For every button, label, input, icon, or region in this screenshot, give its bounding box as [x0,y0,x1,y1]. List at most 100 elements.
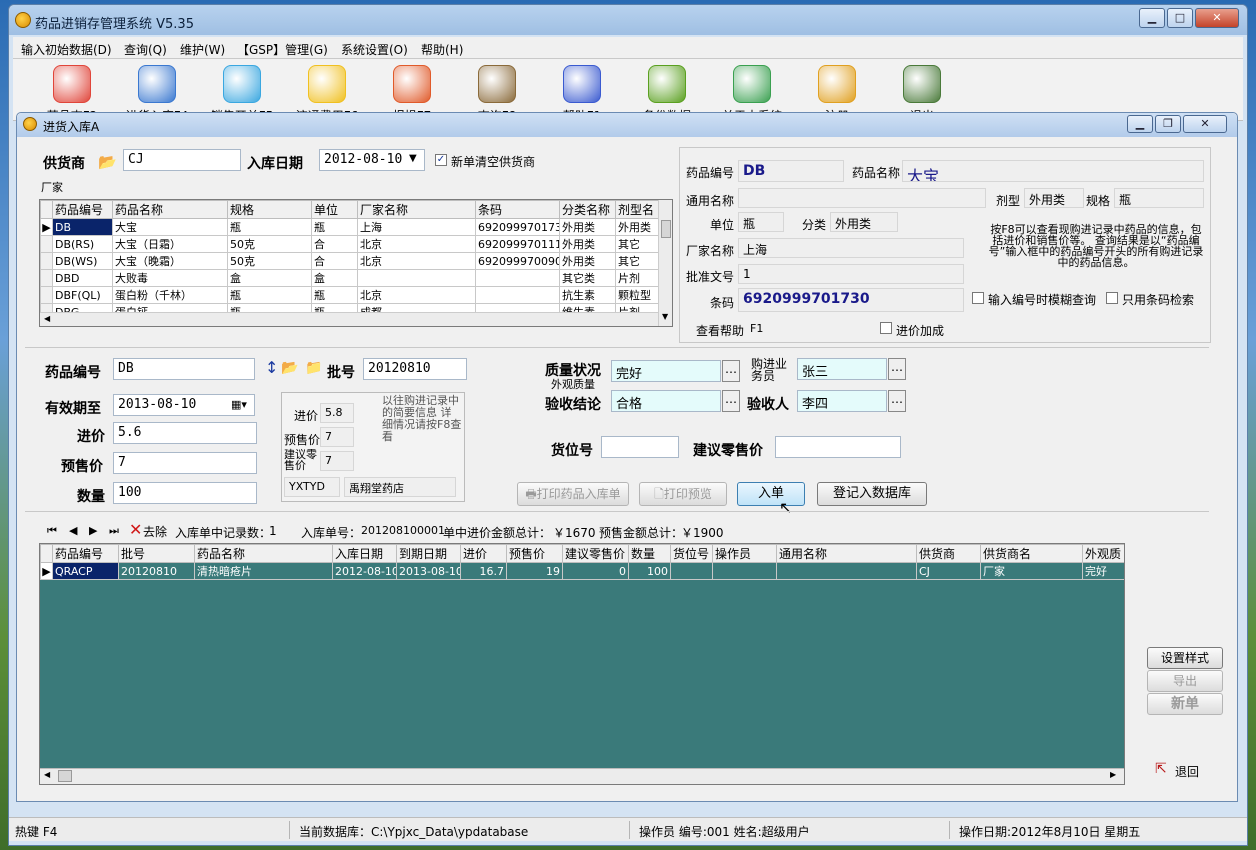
table-cell[interactable] [776,562,917,580]
table-cell[interactable]: 瓶 [311,286,358,304]
markup-checkbox[interactable] [880,322,892,334]
column-header[interactable]: 建议零售价 [562,544,629,563]
column-header[interactable]: 药品名称 [112,200,228,219]
up-down-arrow-icon[interactable]: ↕ [265,358,278,377]
table-cell[interactable]: 北京 [357,286,476,304]
print-in-button[interactable]: 🖶打印药品入库单 [517,482,629,506]
column-header[interactable]: 到期日期 [396,544,461,563]
accept-input[interactable]: 合格 [611,390,721,412]
table-row[interactable]: ▶DB大宝瓶瓶上海6920999701730外用类外用类 [40,218,661,236]
table-cell[interactable] [712,562,777,580]
column-header[interactable]: 条码 [475,200,560,219]
column-header[interactable]: 数量 [628,544,671,563]
form-batch-input[interactable]: 20120810 [363,358,467,380]
table-cell[interactable]: 16.7 [460,562,507,580]
table-cell[interactable]: DB(WS) [52,252,113,270]
menu-input-data[interactable]: 输入初始数据(D) [21,41,112,58]
table-cell[interactable] [475,269,560,287]
table-cell[interactable]: 大宝（晚霜） [112,252,228,270]
delete-x-icon[interactable]: ✕ [129,520,142,539]
table-cell[interactable]: 6920999701112 [475,235,560,253]
new-order-button[interactable]: 新单 [1147,693,1223,715]
row-indicator[interactable] [40,269,53,287]
table-cell[interactable]: 2013-08-10 [396,562,461,580]
column-header[interactable]: 药品编号 [52,200,113,219]
column-header[interactable]: 入库日期 [332,544,397,563]
table-cell[interactable] [357,269,476,287]
table-cell[interactable]: 大宝（日霜） [112,235,228,253]
column-header[interactable]: 外观质 [1082,544,1124,563]
close-button[interactable]: ✕ [1195,8,1239,28]
table-cell[interactable]: 20120810 [118,562,195,580]
form-code-input[interactable]: DB [113,358,255,380]
table-cell[interactable]: 外用类 [559,252,616,270]
chevron-down-icon[interactable]: ▼ [409,153,417,164]
supplier-input[interactable]: CJ [123,149,241,171]
fuzzy-checkbox[interactable] [972,292,984,304]
accept-picker-button[interactable]: … [722,390,740,412]
column-header[interactable]: 通用名称 [776,544,917,563]
table-cell[interactable]: 其它类 [559,269,616,287]
child-minimize-button[interactable]: ▁ [1127,115,1153,133]
buyer-picker-button[interactable]: … [888,358,906,380]
table-cell[interactable]: 外用类 [559,218,616,236]
table-cell[interactable] [670,562,713,580]
column-header[interactable]: 单位 [311,200,358,219]
table-cell[interactable]: 合 [311,252,358,270]
menu-query[interactable]: 查询(Q) [124,41,167,58]
child-titlebar[interactable]: 进货入库A ▁ ❐ ✕ [17,113,1237,137]
row-indicator[interactable] [40,235,53,253]
table-cell[interactable]: QRACP [52,562,119,580]
table-row[interactable]: DBF(QL) 蛋白粉（千林）瓶瓶北京 抗生素 颗粒型 [40,286,661,304]
menu-gsp[interactable]: 【GSP】管理(G) [237,41,328,58]
child-restore-button[interactable]: ❐ [1155,115,1181,133]
column-header[interactable]: 操作员 [712,544,777,563]
table-cell[interactable]: 抗生素 [559,286,616,304]
table-cell[interactable]: 瓶 [227,218,312,236]
table-cell[interactable]: 0 [562,562,629,580]
table-cell[interactable]: 瓶 [311,218,358,236]
table-row[interactable]: DB(WS)大宝（晚霜）50克合北京6920999700900外用类其它 [40,252,661,270]
table-cell[interactable]: 大败毒 [112,269,228,287]
bottom-grid-hscrollbar[interactable]: ◀ ▶ [40,768,1124,784]
maximize-button[interactable]: □ [1167,8,1193,28]
scroll-down-icon[interactable]: ▼ [662,312,668,321]
table-cell[interactable]: 外用类 [615,218,661,236]
export-button[interactable]: 导出 [1147,670,1223,692]
table-cell[interactable]: CJ [916,562,981,580]
next-record-icon[interactable]: ▶ [89,524,97,537]
form-presale-input[interactable]: 7 [113,452,257,474]
style-button[interactable]: 设置样式 [1147,647,1223,669]
scroll-right-icon[interactable]: ▶ [1110,770,1116,779]
table-cell[interactable]: DB(RS) [52,235,113,253]
quality-input[interactable]: 完好 [611,360,721,382]
barcode-only-checkbox[interactable] [1106,292,1118,304]
buyer-input[interactable]: 张三 [797,358,887,380]
table-row[interactable]: DBD 大败毒盒盒其它类 片剂 [40,269,661,287]
table-cell[interactable]: 北京 [357,235,476,253]
table-cell[interactable] [475,286,560,304]
table-cell[interactable]: 盒 [227,269,312,287]
row-indicator[interactable]: ▶ [40,562,53,580]
column-header[interactable]: 规格 [227,200,312,219]
row-indicator[interactable] [40,252,53,270]
main-titlebar[interactable]: 药品进销存管理系统 V5.35 ▁ □ ✕ [9,5,1247,35]
acceptor-input[interactable]: 李四 [797,390,887,412]
folder-add-icon[interactable]: 📁 [305,360,322,376]
menu-maintain[interactable]: 维护(W) [180,41,225,58]
top-grid-vscrollbar[interactable]: ▼ [658,200,672,326]
table-cell[interactable]: 瓶 [227,286,312,304]
back-button[interactable]: 退回 [1175,763,1199,780]
scroll-left-icon[interactable]: ◀ [44,314,50,323]
table-cell[interactable]: 其它 [615,252,661,270]
table-cell[interactable]: 50克 [227,252,312,270]
scroll-thumb[interactable] [58,770,72,782]
top-grid-hscrollbar[interactable]: ◀ [40,312,660,326]
child-close-button[interactable]: ✕ [1183,115,1227,133]
column-header[interactable]: 预售价 [506,544,563,563]
new-clear-checkbox[interactable]: ✓ [435,154,447,166]
table-cell[interactable]: 蛋白粉（千林） [112,286,228,304]
first-record-icon[interactable]: ⏮ [47,524,57,538]
row-indicator[interactable]: ▶ [40,218,53,236]
table-cell[interactable]: 盒 [311,269,358,287]
